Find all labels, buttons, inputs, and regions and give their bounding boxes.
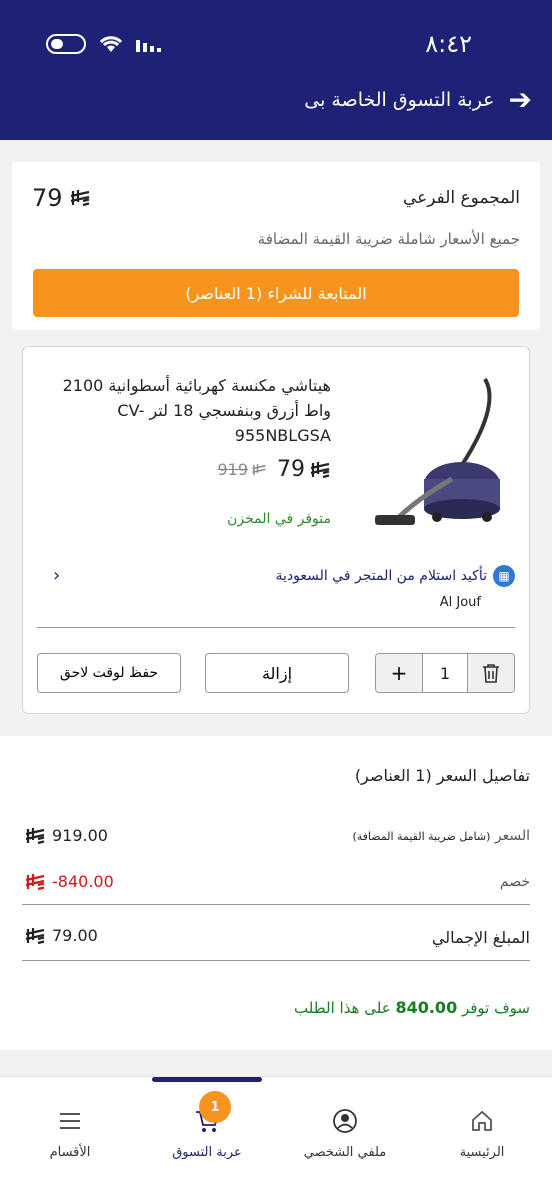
subtotal-amount: 79 (32, 184, 63, 212)
riyal-icon (25, 873, 45, 890)
delete-item-button[interactable] (468, 654, 514, 692)
discount-value: -840.00 (24, 872, 114, 891)
product-old-price: 919 (217, 460, 267, 479)
cart-summary-card: المجموع الفرعي 79 جميع الأسعار شاملة ضري… (12, 162, 540, 330)
vat-note: جميع الأسعار شاملة ضريبة القيمة المضافة (257, 230, 520, 248)
store-icon: ▦ (493, 565, 515, 587)
trash-icon (483, 664, 499, 683)
save-for-later-button[interactable]: حفظ لوقت لاحق (37, 653, 181, 693)
nav-item-categories[interactable]: الأقسام (10, 1107, 130, 1160)
savings-note: سوف توفر 840.00 على هذا الطلب (294, 998, 530, 1017)
remove-button[interactable]: إزالة (205, 653, 349, 693)
pickup-location: Al Jouf (439, 595, 481, 610)
divider (22, 960, 530, 961)
increase-quantity-button[interactable]: + (376, 654, 422, 692)
discount-amount: -840.00 (52, 872, 114, 891)
divider (22, 904, 530, 905)
discount-label: خصم (499, 874, 530, 890)
nav-label-categories: الأقسام (49, 1145, 91, 1160)
total-label: المبلغ الإجمالي (431, 928, 530, 947)
nav-label-profile: ملفي الشخصي (303, 1145, 387, 1160)
riyal-icon (25, 827, 45, 844)
product-image[interactable] (357, 369, 507, 529)
profile-icon (332, 1107, 358, 1135)
product-name[interactable]: هيتاشي مكنسة كهربائية أسطوانية 2100 واط … (51, 373, 331, 448)
bottom-navigation: الرئيسية ملفي الشخصي 1 عربة التسوق الأقس… (0, 1076, 552, 1200)
total-amount: 79.00 (52, 926, 98, 945)
product-price: 79 (277, 457, 331, 482)
page-title: عربة التسوق الخاصة بى (304, 89, 495, 111)
product-old-price-amount: 919 (217, 460, 248, 479)
store-pickup-text: تأكيد استلام من المتجر في السعودية (275, 568, 487, 584)
nav-label-home: الرئيسية (459, 1145, 505, 1160)
nav-item-home[interactable]: الرئيسية (422, 1107, 542, 1160)
menu-icon (58, 1107, 82, 1135)
chevron-right-icon[interactable]: › (53, 565, 60, 586)
title-row: ➔ عربة التسوق الخاصة بى (20, 84, 532, 116)
total-value: 79.00 (24, 926, 98, 945)
quantity-value: 1 (422, 654, 468, 692)
cart-item-card: هيتاشي مكنسة كهربائية أسطوانية 2100 واط … (22, 346, 530, 714)
price-details-section: تفاصيل السعر (1 العناصر) (شامل ضريبة الق… (0, 736, 552, 1050)
price-vat-note: (شامل ضريبة القيمة المضافة) (352, 830, 491, 843)
riyal-icon (252, 463, 266, 475)
home-icon (470, 1107, 494, 1135)
savings-suffix: على هذا الطلب (294, 999, 391, 1017)
price-label-row: (شامل ضريبة القيمة المضافة) السعر (352, 828, 530, 844)
riyal-icon (310, 461, 330, 478)
status-time: ٨:٤٢ (425, 30, 472, 58)
stock-status: متوفر في المخزن (227, 511, 331, 527)
price-value: 919.00 (24, 826, 108, 845)
nav-label-cart: عربة التسوق (172, 1145, 242, 1160)
wifi-icon (99, 36, 123, 52)
product-price-row: 79 919 (217, 457, 331, 482)
nav-item-profile[interactable]: ملفي الشخصي (285, 1107, 405, 1160)
app-header: ٨:٤٢ ➔ عربة التسوق الخاصة بى (0, 0, 552, 140)
status-bar: ٨:٤٢ (0, 30, 552, 62)
active-tab-indicator (152, 1077, 262, 1082)
product-price-amount: 79 (277, 457, 305, 482)
nav-item-cart[interactable]: 1 عربة التسوق (147, 1091, 267, 1160)
quantity-stepper: + 1 (375, 653, 515, 693)
battery-icon (46, 34, 86, 54)
riyal-icon (70, 190, 89, 207)
subtotal-value: 79 (32, 184, 91, 212)
cart-count-badge: 1 (199, 1091, 231, 1123)
savings-amount: 840.00 (395, 998, 458, 1017)
status-icons (46, 34, 162, 54)
price-label: السعر (494, 828, 530, 844)
divider (37, 627, 515, 628)
signal-icon (136, 40, 161, 52)
back-arrow-icon[interactable]: ➔ (509, 86, 532, 114)
checkout-button[interactable]: المتابعة للشراء (1 العناصر) (33, 269, 519, 317)
savings-prefix: سوف توفر (461, 999, 530, 1017)
subtotal-label: المجموع الفرعي (402, 188, 520, 208)
price-amount: 919.00 (52, 826, 108, 845)
riyal-icon (25, 927, 45, 944)
store-pickup-row[interactable]: ▦ تأكيد استلام من المتجر في السعودية (275, 565, 515, 587)
price-details-title: تفاصيل السعر (1 العناصر) (354, 766, 530, 785)
